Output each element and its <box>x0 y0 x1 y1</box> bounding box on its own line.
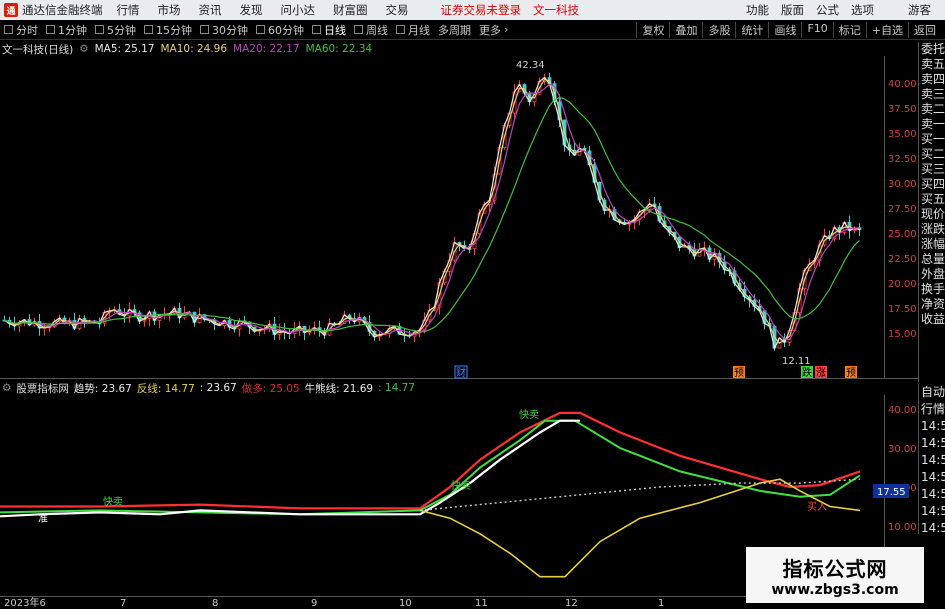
ob-turnover: 换手 <box>921 282 945 296</box>
date-label-aug: 8 <box>212 598 218 609</box>
price-tick-32.5: 32.50 <box>888 154 917 165</box>
ob-entrust[interactable]: 委托 <box>919 42 945 57</box>
tick-time: 14:50 <box>921 419 945 433</box>
ind-tick-40: 40.00 <box>888 405 917 416</box>
order-book-panel: 委托 卖五 卖四 卖三 卖二 卖一 买一 买二 买三 买四 买五 现价 涨跌 涨… <box>918 42 945 382</box>
price-tick-37.5: 37.50 <box>888 104 917 115</box>
tick-time: 14:50 <box>921 487 945 501</box>
date-axis: 2023年6 7 8 9 10 11 12 1 <box>4 596 664 609</box>
tick-quote[interactable]: 行情 <box>919 401 945 418</box>
ob-change-pct: 涨幅 <box>921 237 945 251</box>
ob-change: 涨跌 <box>921 222 945 236</box>
ob-buy5: 买五 <box>921 192 945 206</box>
ob-sell5: 卖五 <box>921 57 945 71</box>
kuaimai-label-1: 快卖 <box>103 496 123 508</box>
ob-sell1: 卖一 <box>921 117 945 131</box>
low-label: 12.11 <box>782 356 811 367</box>
date-label-jul: 7 <box>120 598 126 609</box>
ob-earnings: 收益 <box>921 312 945 326</box>
ob-net-asset: 净资 <box>921 297 945 311</box>
event-marker-pre1-text: 预 <box>734 367 744 379</box>
ind-tick-30: 30.00 <box>888 444 917 455</box>
tick-time: 14:50 <box>921 504 945 518</box>
event-marker-fin-text: 财 <box>456 366 466 379</box>
tick-time: 14:50 <box>921 470 945 484</box>
ob-price: 现价 <box>921 207 945 221</box>
ob-buy3: 买三 <box>921 162 945 176</box>
zhun-label-1: 准 <box>38 513 48 525</box>
current-value-text: 17.55 <box>877 487 906 498</box>
price-tick-20: 20.00 <box>888 279 917 290</box>
date-label-sep: 9 <box>311 598 317 609</box>
ma5-line <box>4 76 860 350</box>
ind-dotted-line <box>419 478 861 512</box>
ob-sell3: 卖三 <box>921 87 945 101</box>
date-label-oct: 10 <box>399 598 412 609</box>
watermark-box: 指标公式网 www.zbgs3.com <box>746 547 924 603</box>
ind-white-line <box>0 419 580 518</box>
price-tick-17.5: 17.50 <box>888 304 917 315</box>
ob-buy2: 买二 <box>921 147 945 161</box>
ma10-line <box>4 78 860 344</box>
ob-sell4: 卖四 <box>921 72 945 86</box>
ma60-line <box>4 96 860 333</box>
price-tick-25: 25.00 <box>888 229 917 240</box>
ma-lines-group <box>4 76 860 350</box>
kuaimai-label-2: 快卖 <box>451 480 471 492</box>
high-label: 42.34 <box>516 60 545 71</box>
ob-sell2: 卖二 <box>921 102 945 116</box>
price-tick-22.5: 22.50 <box>888 254 917 265</box>
tick-panel: 自动 行情 14:50 14:50 14:50 14:50 14:50 14:5… <box>918 384 945 535</box>
tick-time: 14:50 <box>921 521 945 535</box>
tick-auto[interactable]: 自动 <box>919 384 945 401</box>
kuaimai-label-3: 快卖 <box>519 409 539 421</box>
ind-tick-10: 10.00 <box>888 522 917 533</box>
price-axis: 40.00 37.50 35.00 32.50 30.00 27.50 25.0… <box>888 79 917 340</box>
ob-outer: 外盘 <box>921 267 945 281</box>
ob-buy1: 买一 <box>921 132 945 146</box>
event-marker-up-text: 涨 <box>816 367 826 379</box>
ob-volume: 总量 <box>921 252 945 266</box>
watermark-url: www.zbgs3.com <box>771 581 899 598</box>
ma20-line <box>4 83 860 341</box>
event-marker-pre2-text: 预 <box>846 367 856 379</box>
indicator-lines-group <box>0 411 861 578</box>
date-label-jan: 1 <box>658 598 664 609</box>
event-markers: 财 预 跌 涨 预 <box>454 365 857 379</box>
date-label-dec: 12 <box>565 598 578 609</box>
event-marker-down-text: 跌 <box>802 366 812 379</box>
ind-red-line <box>0 411 861 510</box>
tick-time: 14:50 <box>921 453 945 467</box>
price-tick-30: 30.00 <box>888 179 917 190</box>
tick-time: 14:50 <box>921 436 945 450</box>
ob-buy4: 买四 <box>921 177 945 191</box>
charts-canvas[interactable]: 40.00 37.50 35.00 32.50 30.00 27.50 25.0… <box>0 0 918 609</box>
price-tick-40: 40.00 <box>888 79 917 90</box>
price-tick-15: 15.00 <box>888 329 917 340</box>
date-label-nov: 11 <box>475 598 488 609</box>
indicator-axis: 40.00 30.00 20.00 10.00 17.55 <box>873 405 917 533</box>
price-tick-27.5: 27.50 <box>888 204 917 215</box>
date-label-jun: 2023年6 <box>4 596 46 609</box>
watermark-title: 指标公式网 <box>782 556 888 581</box>
buy-label: 买入 <box>807 501 827 513</box>
price-tick-35: 35.00 <box>888 129 917 140</box>
